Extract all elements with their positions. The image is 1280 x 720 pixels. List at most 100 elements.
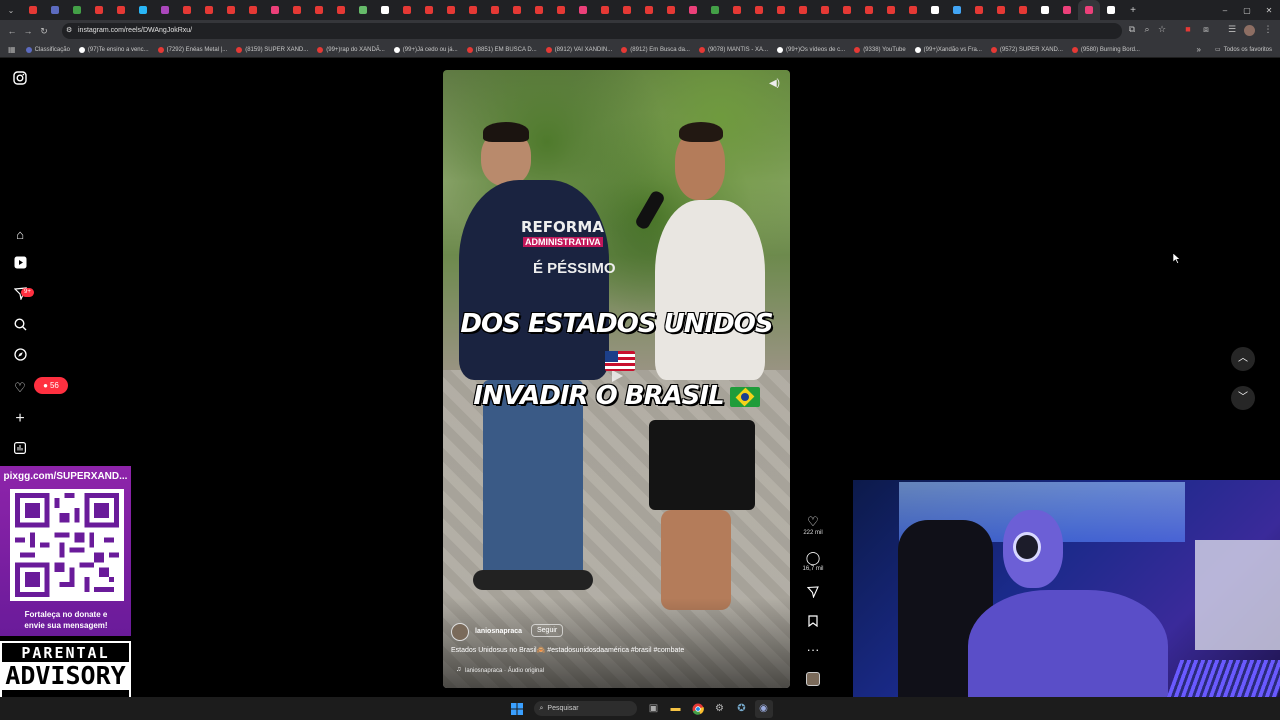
browser-tab[interactable]	[374, 0, 396, 20]
site-info-icon[interactable]: ⚙	[66, 23, 72, 39]
browser-tab[interactable]	[682, 0, 704, 20]
taskbar-search[interactable]: ⌕ Pesquisar	[533, 701, 637, 716]
bookmark-item[interactable]: (8159) SUPER XAND...	[236, 46, 308, 53]
browser-tab[interactable]	[704, 0, 726, 20]
browser-tab[interactable]	[1056, 0, 1078, 20]
comment-button[interactable]: ◯ 16,7 mil	[800, 550, 826, 572]
browser-tab[interactable]	[814, 0, 836, 20]
browser-tab[interactable]	[616, 0, 638, 20]
browser-tab[interactable]	[396, 0, 418, 20]
browser-tab[interactable]	[748, 0, 770, 20]
author-avatar[interactable]	[451, 623, 469, 641]
browser-tab[interactable]	[264, 0, 286, 20]
audio-info[interactable]: laniosnapraca · Áudio original	[465, 668, 544, 674]
browser-tab[interactable]	[1078, 0, 1100, 20]
bookmark-item[interactable]: (9078) MANTIS - XA...	[698, 46, 768, 53]
new-tab-button[interactable]: +	[1122, 0, 1144, 20]
bookmark-item[interactable]: Classificação	[25, 46, 70, 53]
browser-tab[interactable]	[902, 0, 924, 20]
reload-icon[interactable]: ↻	[36, 26, 52, 37]
bookmark-item[interactable]: (99+)Os vídeos de c...	[776, 46, 845, 53]
previous-reel-button[interactable]: ︿	[1231, 347, 1255, 371]
browser-tab[interactable]	[1012, 0, 1034, 20]
browser-tab[interactable]	[858, 0, 880, 20]
browser-tab[interactable]	[946, 0, 968, 20]
search-icon[interactable]	[11, 318, 29, 336]
bookmark-item[interactable]: (9338) YouTube	[854, 46, 906, 53]
more-options-button[interactable]: ···	[800, 642, 826, 658]
like-button[interactable]: ♡ 222 mil	[800, 514, 826, 536]
home-icon[interactable]: ⌂	[11, 226, 29, 244]
back-icon[interactable]: ←	[4, 26, 20, 36]
follow-button[interactable]: Seguir	[531, 624, 564, 637]
browser-tab[interactable]	[198, 0, 220, 20]
browser-tab[interactable]	[880, 0, 902, 20]
browser-tab[interactable]	[968, 0, 990, 20]
chrome-icon[interactable]	[689, 700, 707, 718]
windows-start-icon[interactable]	[508, 700, 526, 718]
browser-tab[interactable]	[22, 0, 44, 20]
browser-tab[interactable]	[110, 0, 132, 20]
browser-tab[interactable]	[132, 0, 154, 20]
browser-tab[interactable]	[484, 0, 506, 20]
apps-grid-icon[interactable]: ▦	[8, 45, 16, 54]
extension-icon[interactable]: ■	[1180, 24, 1196, 34]
browser-tab[interactable]	[660, 0, 682, 20]
instagram-logo-icon[interactable]	[11, 71, 29, 89]
save-button[interactable]	[800, 614, 826, 632]
all-favorites-link[interactable]: Todos os favoritos	[1224, 47, 1272, 53]
close-window-button[interactable]: ✕	[1258, 0, 1280, 20]
browser-tab[interactable]	[990, 0, 1012, 20]
bookmark-item[interactable]: (9572) SUPER XAND...	[990, 46, 1063, 53]
audio-thumbnail[interactable]	[806, 672, 820, 686]
explore-compass-icon[interactable]	[11, 348, 29, 366]
browser-tab[interactable]	[88, 0, 110, 20]
profile-avatar[interactable]	[1244, 25, 1255, 36]
address-bar[interactable]: ⚙ instagram.com/reels/DWAngJokRxu/	[62, 23, 1122, 39]
browser-tab[interactable]	[726, 0, 748, 20]
bookmark-item[interactable]: (99+)Xandão vs Fra...	[914, 46, 982, 53]
next-reel-button[interactable]: ﹀	[1231, 386, 1255, 410]
browser-tab[interactable]	[1034, 0, 1056, 20]
share-button[interactable]	[800, 585, 826, 603]
browser-tab[interactable]	[594, 0, 616, 20]
browser-tab[interactable]	[44, 0, 66, 20]
browser-tab[interactable]	[506, 0, 528, 20]
activity-heart-icon[interactable]: ♡	[11, 379, 29, 397]
more-menu-icon[interactable]: ⋮	[1260, 24, 1276, 35]
browser-tab[interactable]	[308, 0, 330, 20]
dashboard-icon[interactable]	[11, 441, 29, 459]
volume-icon[interactable]: ◀)	[769, 78, 780, 89]
file-explorer-icon[interactable]: ▬	[667, 700, 685, 718]
browser-tab[interactable]	[462, 0, 484, 20]
app-icon[interactable]: ✪	[733, 700, 751, 718]
browser-tab[interactable]	[286, 0, 308, 20]
install-icon[interactable]: ⧉	[1124, 24, 1140, 35]
browser-tab[interactable]	[440, 0, 462, 20]
browser-tab[interactable]	[770, 0, 792, 20]
steam-icon[interactable]: ◉	[754, 699, 773, 718]
tab-search-menu[interactable]: ⌄	[0, 0, 22, 20]
bookmark-star-icon[interactable]: ☆	[1154, 24, 1170, 35]
task-view-icon[interactable]: ▣	[645, 700, 663, 718]
bookmark-item[interactable]: (97)Te ensino a venc...	[78, 46, 149, 53]
browser-tab[interactable]	[836, 0, 858, 20]
bookmark-item[interactable]: (9580) Burning Bord...	[1071, 46, 1140, 53]
forward-icon[interactable]: →	[20, 26, 36, 36]
browser-tab[interactable]	[924, 0, 946, 20]
browser-tab[interactable]	[418, 0, 440, 20]
browser-tab[interactable]	[638, 0, 660, 20]
browser-tab[interactable]	[242, 0, 264, 20]
browser-tab[interactable]	[528, 0, 550, 20]
browser-tab[interactable]	[220, 0, 242, 20]
browser-tab[interactable]	[1100, 0, 1122, 20]
browser-tab[interactable]	[154, 0, 176, 20]
browser-tab[interactable]	[176, 0, 198, 20]
browser-tab[interactable]	[792, 0, 814, 20]
author-name[interactable]: laniosnapraca	[475, 628, 522, 635]
browser-tab[interactable]	[330, 0, 352, 20]
browser-tab[interactable]	[572, 0, 594, 20]
extensions-puzzle-icon[interactable]: ⧈	[1198, 24, 1214, 35]
bookmark-item[interactable]: (8912) Em Busca da...	[621, 46, 690, 53]
bookmark-item[interactable]: (99+)rap do XANDÃ...	[317, 46, 385, 53]
